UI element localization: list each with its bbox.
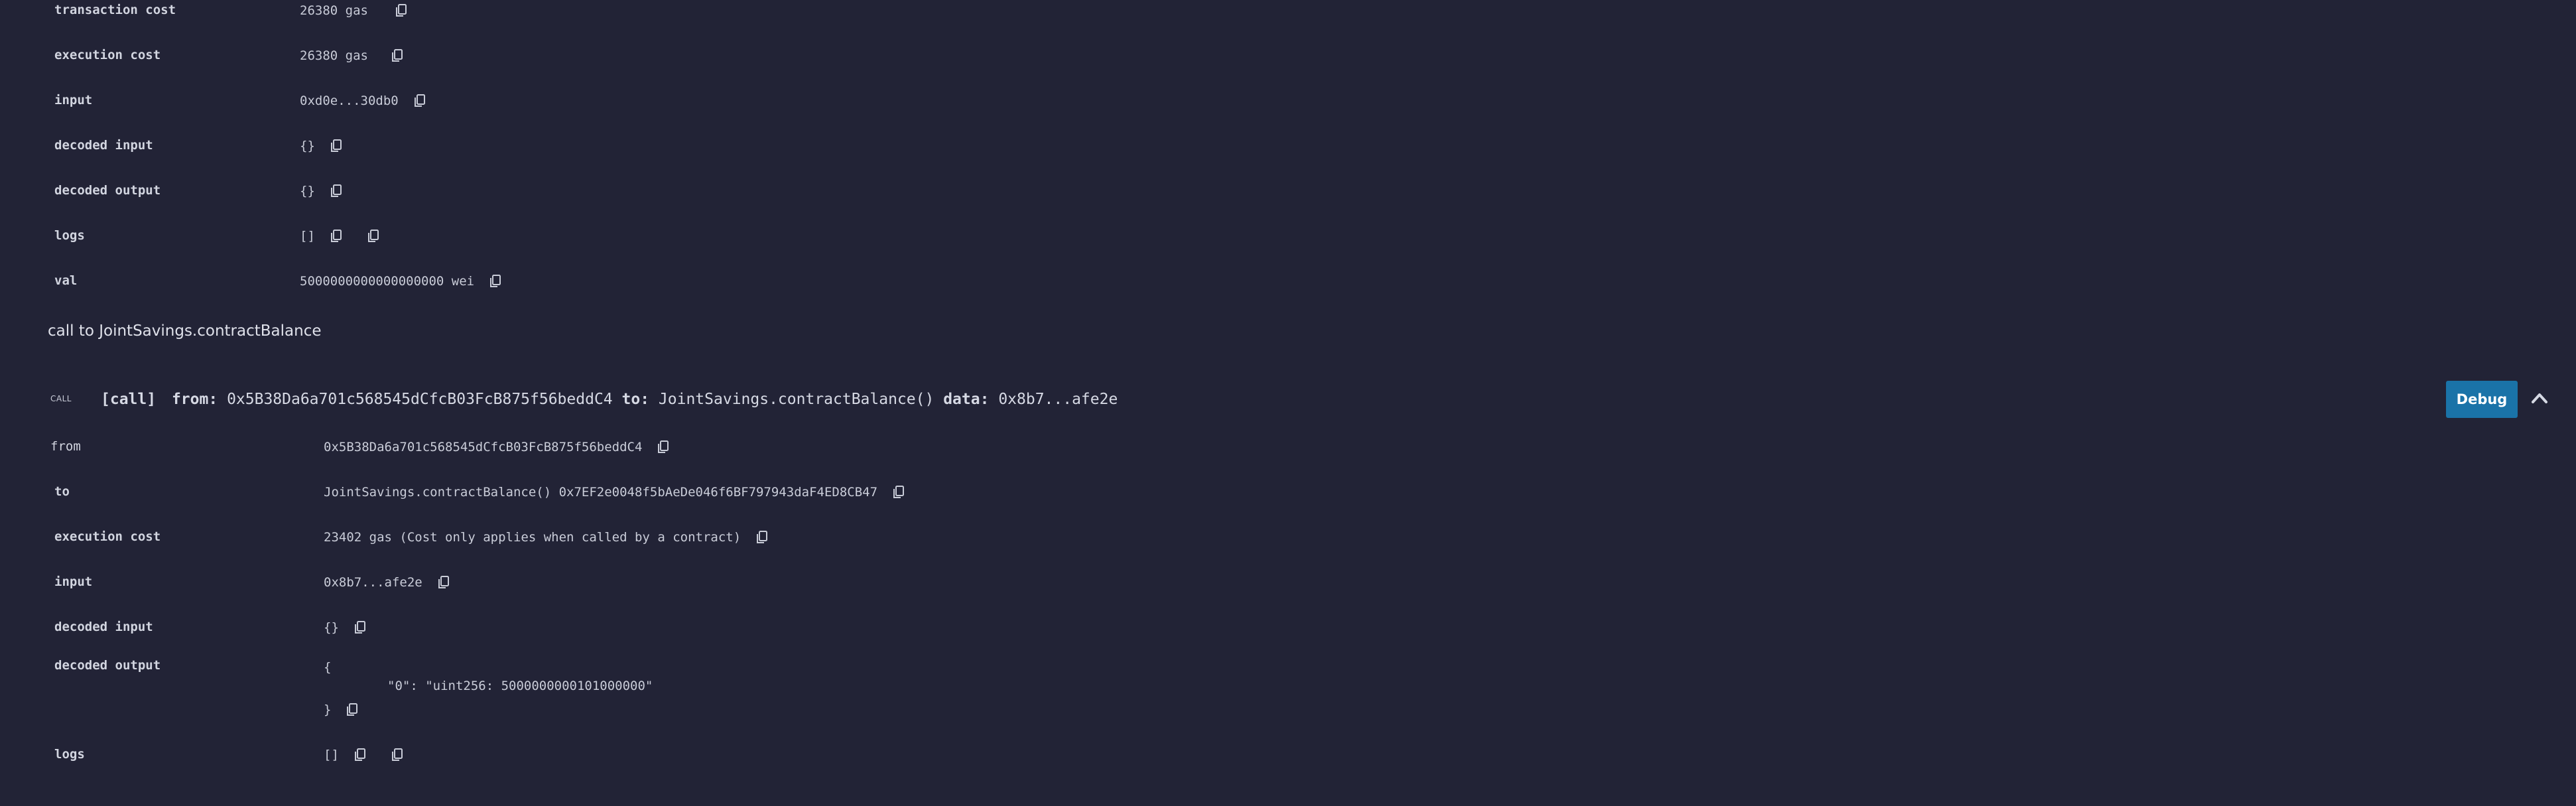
- copy-icon[interactable]: [412, 93, 428, 109]
- row-key: input: [54, 93, 93, 107]
- copy-icon[interactable]: [393, 3, 409, 19]
- row-key: from: [50, 439, 81, 454]
- row-key: decoded input: [54, 138, 153, 153]
- row-key: decoded output: [54, 183, 161, 198]
- copy-icon[interactable]: [328, 138, 344, 154]
- copy-icon[interactable]: [891, 484, 907, 500]
- copy-icon[interactable]: [352, 620, 368, 636]
- row-key: decoded input: [54, 620, 153, 634]
- row-value: 0x8b7...afe2e: [324, 574, 452, 590]
- row-key: execution cost: [54, 48, 161, 62]
- call-tag: CALL: [50, 394, 72, 403]
- call-title: call to JointSavings.contractBalance: [48, 322, 322, 340]
- row-value: 26380 gas: [300, 3, 409, 19]
- row-value: 0x5B38Da6a701c568545dCfcB03FcB875f56bedd…: [324, 439, 671, 455]
- row-key: val: [54, 273, 78, 288]
- row-key: transaction cost: [54, 3, 176, 17]
- row-key: execution cost: [54, 529, 161, 544]
- chevron-up-icon[interactable]: [2530, 389, 2549, 406]
- row-value: {}: [324, 620, 368, 636]
- copy-icon[interactable]: [487, 273, 503, 289]
- copy-icon[interactable]: [328, 183, 344, 199]
- row-value: 0xd0e...30db0: [300, 93, 428, 109]
- row-value: []: [324, 747, 405, 763]
- from-value: 0x5B38Da6a701c568545dCfcB03FcB875f56bedd…: [227, 391, 613, 408]
- copy-icon[interactable]: [344, 702, 360, 718]
- to-value: JointSavings.contractBalance(): [658, 391, 934, 408]
- copy-icon[interactable]: [365, 228, 381, 244]
- row-value: 23402 gas (Cost only applies when called…: [324, 529, 770, 545]
- copy-icon[interactable]: [754, 529, 770, 545]
- from-label: from:: [171, 391, 218, 408]
- copy-icon[interactable]: [389, 48, 405, 64]
- call-kind: [call]: [101, 391, 157, 408]
- row-value: {}: [300, 183, 344, 199]
- data-label: data:: [943, 391, 990, 408]
- debug-button[interactable]: Debug: [2446, 381, 2518, 418]
- row-key: decoded output: [54, 658, 161, 673]
- row-value: {}: [300, 138, 344, 154]
- data-value: 0x8b7...afe2e: [998, 391, 1118, 408]
- row-key: logs: [54, 228, 85, 243]
- row-value: 26380 gas: [300, 48, 405, 64]
- transaction-log-panel: transaction cost 26380 gas execution cos…: [0, 0, 2576, 806]
- copy-icon[interactable]: [389, 747, 405, 763]
- row-key: input: [54, 574, 93, 589]
- row-key: to: [54, 484, 70, 499]
- json-line: "0": "uint256: 5000000000101000000": [387, 679, 653, 693]
- row-value: JointSavings.contractBalance() 0x7EF2e00…: [324, 484, 907, 500]
- decoded-output-close: }: [324, 702, 360, 718]
- copy-icon[interactable]: [436, 574, 452, 590]
- copy-icon[interactable]: [655, 439, 671, 455]
- row-value: 5000000000000000000 wei: [300, 273, 503, 289]
- row-value: []: [300, 228, 381, 244]
- copy-icon[interactable]: [352, 747, 368, 763]
- call-header[interactable]: [call] from: 0x5B38Da6a701c568545dCfcB03…: [101, 391, 1118, 408]
- row-key: logs: [54, 747, 85, 762]
- json-open: {: [324, 660, 332, 675]
- copy-icon[interactable]: [328, 228, 344, 244]
- decoded-output-json: { "0": "uint256: 5000000000101000000": [324, 658, 653, 695]
- to-label: to:: [621, 391, 650, 408]
